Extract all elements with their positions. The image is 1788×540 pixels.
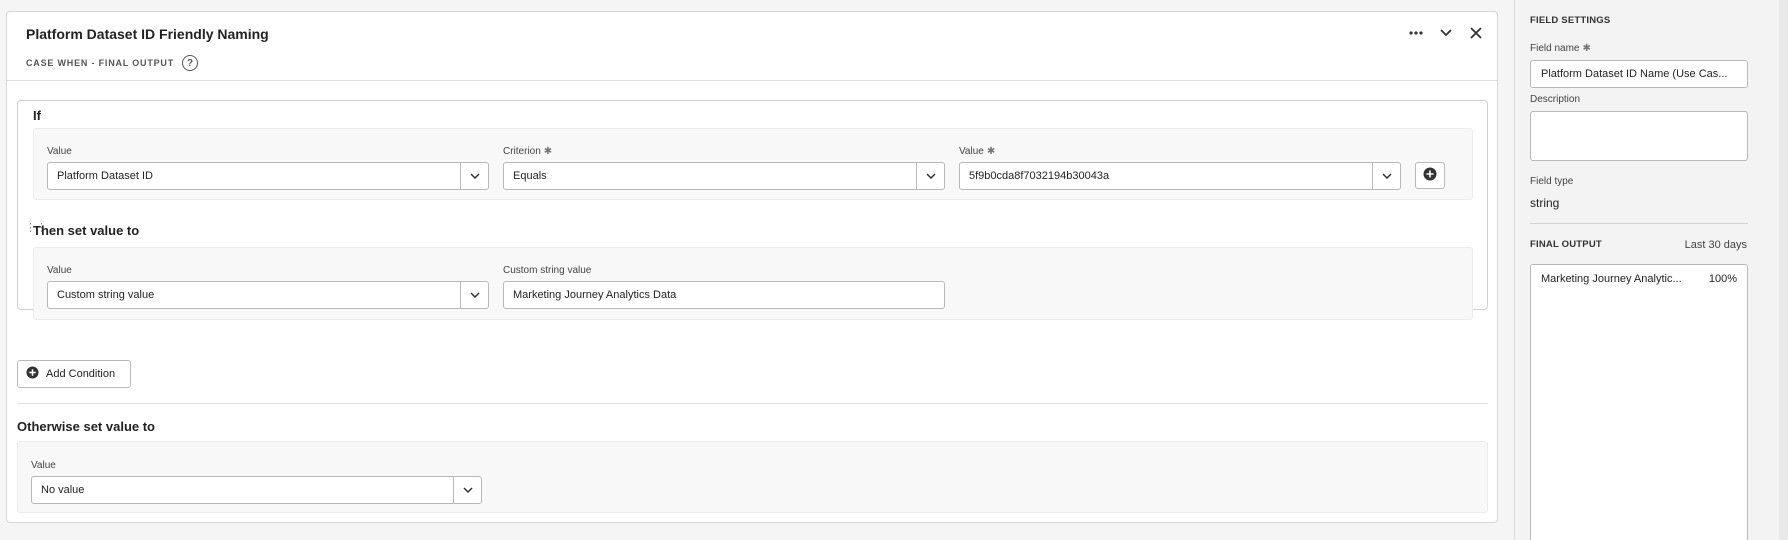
chevron-down-icon [1372, 163, 1400, 189]
card-title: Platform Dataset ID Friendly Naming [26, 26, 269, 42]
final-output-list: Marketing Journey Analytic... 100% [1530, 264, 1748, 540]
card-subtitle: CASE WHEN - FINAL OUTPUT ? [26, 55, 199, 71]
description-textarea[interactable] [1530, 111, 1748, 161]
add-condition-button[interactable]: Add Condition [17, 360, 131, 388]
then-value-select[interactable]: Custom string value [47, 281, 489, 309]
custom-string-input[interactable]: Marketing Journey Analytics Data [503, 281, 945, 309]
field-name-label-text: Field name [1530, 43, 1580, 54]
required-icon: ✱ [986, 146, 996, 157]
sidebar-divider [1530, 223, 1748, 224]
then-value-select-text: Custom string value [57, 289, 155, 301]
case-when-card: Platform Dataset ID Friendly Naming CASE… [6, 11, 1498, 523]
header-divider [7, 80, 1497, 81]
custom-string-label: Custom string value [503, 265, 592, 276]
plus-circle-icon [26, 366, 39, 382]
otherwise-label: Otherwise set value to [17, 419, 155, 434]
more-icon[interactable] [1409, 26, 1423, 40]
then-row-panel: Value Custom string value Custom string … [33, 247, 1473, 320]
output-percent: 100% [1708, 273, 1737, 285]
value-select-text: Platform Dataset ID [57, 170, 153, 182]
card-actions [1409, 26, 1483, 40]
help-icon[interactable]: ? [182, 55, 199, 71]
required-icon: ✱ [1582, 43, 1591, 54]
criterion-select[interactable]: Equals [503, 162, 945, 190]
value2-label: Value ✱ [959, 146, 995, 157]
output-label: Marketing Journey Analytic... [1541, 273, 1682, 285]
value2-label-text: Value [959, 146, 984, 157]
field-settings-sidebar: FIELD SETTINGS Field name ✱ Platform Data… [1514, 0, 1788, 540]
field-settings-heading: FIELD SETTINGS [1530, 15, 1611, 26]
if-condition-block: If Value Platform Dataset ID Criterion ✱ … [17, 100, 1488, 320]
otherwise-panel: Value No value [17, 441, 1488, 513]
criterion-label: Criterion ✱ [503, 146, 552, 157]
otherwise-value-select[interactable]: No value [31, 476, 482, 504]
section-divider [17, 403, 1488, 404]
final-output-range: Last 30 days [1684, 239, 1747, 251]
chevron-down-icon [916, 163, 944, 189]
field-name-input[interactable]: Platform Dataset ID Name (Use Cas... [1530, 60, 1748, 88]
subtitle-text: CASE WHEN - FINAL OUTPUT [26, 58, 175, 68]
otherwise-value-select-text: No value [41, 484, 85, 496]
close-icon[interactable] [1469, 26, 1483, 40]
required-icon: ✱ [543, 146, 553, 157]
chevron-down-icon[interactable] [1439, 26, 1453, 40]
otherwise-value-label: Value [31, 460, 56, 471]
field-name-label: Field name ✱ [1530, 43, 1591, 54]
then-label: Then set value to [33, 223, 140, 238]
chevron-down-icon [460, 282, 488, 308]
plus-circle-icon [1423, 167, 1437, 184]
condition-row-panel: Value Platform Dataset ID Criterion ✱ Equ… [33, 128, 1473, 200]
if-label: If [33, 108, 41, 123]
field-type-value: string [1530, 196, 1560, 210]
value2-combobox-text: 5f9b0cda8f7032194b30043a [969, 170, 1110, 182]
chevron-down-icon [453, 477, 481, 503]
value2-combobox[interactable]: 5f9b0cda8f7032194b30043a [959, 162, 1401, 190]
list-item: Marketing Journey Analytic... 100% [1541, 273, 1737, 285]
value-label: Value [47, 146, 72, 157]
sidebar-scrollbar[interactable] [1779, 0, 1788, 540]
criterion-label-text: Criterion [503, 146, 541, 157]
field-type-label: Field type [1530, 176, 1574, 187]
final-output-heading: FINAL OUTPUT [1530, 239, 1602, 250]
value-select[interactable]: Platform Dataset ID [47, 162, 489, 190]
drag-handle-icon[interactable]: ⋮⋮ [25, 221, 47, 234]
description-label: Description [1530, 94, 1581, 105]
then-value-label: Value [47, 265, 72, 276]
add-condition-label: Add Condition [46, 368, 116, 380]
chevron-down-icon [460, 163, 488, 189]
add-criterion-button[interactable] [1415, 162, 1445, 189]
criterion-select-text: Equals [513, 170, 547, 182]
